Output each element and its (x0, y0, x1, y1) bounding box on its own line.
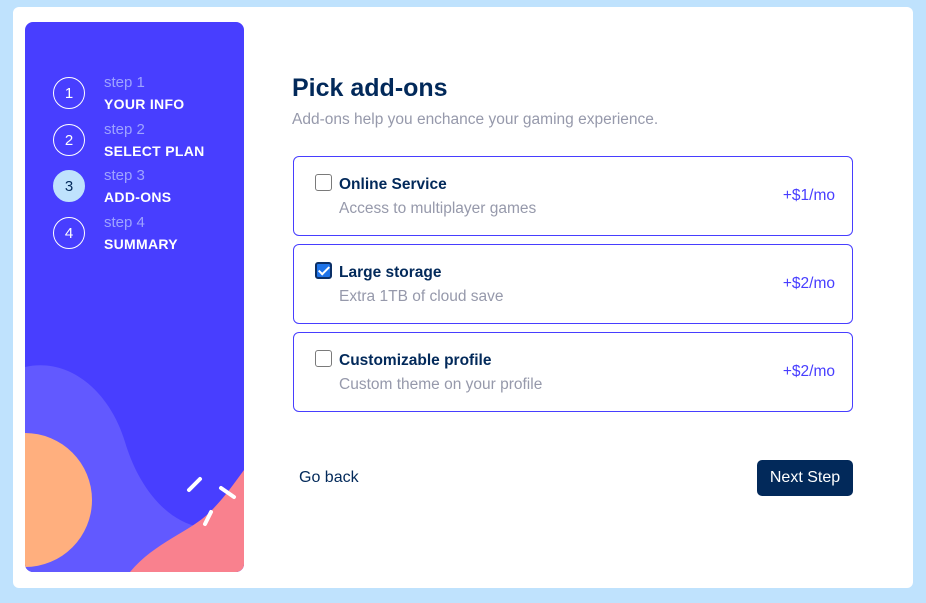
addon-large-storage[interactable]: Large storage Extra 1TB of cloud save +$… (293, 244, 853, 324)
addon-description: Custom theme on your profile (339, 376, 543, 393)
addon-name: Large storage (339, 264, 442, 281)
page-subtitle: Add-ons help you enchance your gaming ex… (292, 111, 659, 128)
step-number-badge[interactable]: 4 (53, 217, 85, 249)
step-title: YOUR INFO (104, 96, 185, 112)
step-4[interactable]: 4 step 4 SUMMARY (53, 214, 233, 257)
addon-online-service[interactable]: Online Service Access to multiplayer gam… (293, 156, 853, 236)
addon-price: +$2/mo (782, 275, 835, 292)
addon-price: +$1/mo (782, 187, 835, 204)
step-1[interactable]: 1 step 1 YOUR INFO (53, 74, 233, 117)
steps-sidebar: 1 step 1 YOUR INFO 2 step 2 SELECT PLAN … (25, 22, 244, 572)
addon-customizable-profile[interactable]: Customizable profile Custom theme on you… (293, 332, 853, 412)
step-title: ADD-ONS (104, 189, 172, 205)
step-title: SUMMARY (104, 236, 178, 252)
step-number-badge-active[interactable]: 3 (53, 170, 85, 202)
addon-checkbox-checked[interactable] (315, 262, 332, 279)
step-title: SELECT PLAN (104, 143, 205, 159)
form-card: 1 step 1 YOUR INFO 2 step 2 SELECT PLAN … (13, 7, 913, 588)
go-back-button[interactable]: Go back (293, 460, 365, 496)
step-sub-label: step 3 (104, 167, 145, 184)
step-number-badge[interactable]: 2 (53, 124, 85, 156)
next-step-button[interactable]: Next Step (757, 460, 853, 496)
addon-name: Customizable profile (339, 352, 492, 369)
page-title: Pick add-ons (292, 74, 448, 102)
step-sub-label: step 2 (104, 121, 145, 138)
step-2[interactable]: 2 step 2 SELECT PLAN (53, 121, 233, 164)
addon-description: Extra 1TB of cloud save (339, 288, 504, 305)
addon-description: Access to multiplayer games (339, 200, 537, 217)
addon-checkbox[interactable] (315, 174, 332, 191)
addon-name: Online Service (339, 176, 447, 193)
step-3[interactable]: 3 step 3 ADD-ONS (53, 167, 233, 210)
step-sub-label: step 4 (104, 214, 145, 231)
step-sub-label: step 1 (104, 74, 145, 91)
addon-checkbox[interactable] (315, 350, 332, 367)
addon-price: +$2/mo (782, 363, 835, 380)
step-number-badge[interactable]: 1 (53, 77, 85, 109)
